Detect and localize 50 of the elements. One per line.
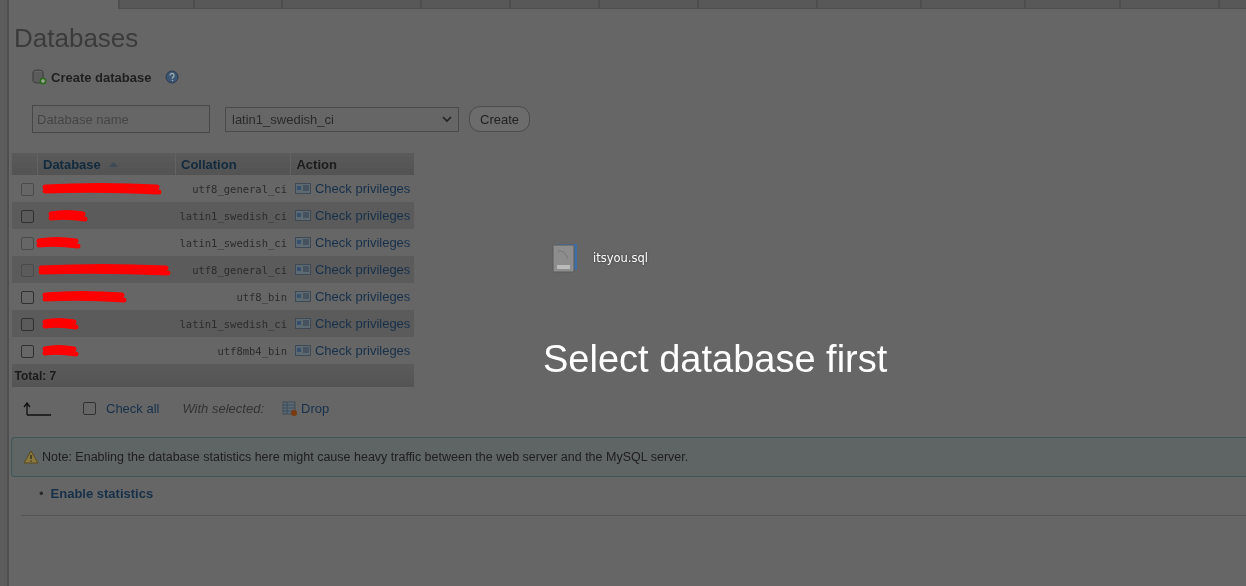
menu-tab[interactable]: [193, 0, 281, 9]
menu-tab[interactable]: [1119, 0, 1218, 9]
drop-link[interactable]: Drop: [282, 401, 330, 416]
sql-file-icon: [552, 243, 578, 273]
row-checkbox[interactable]: [20, 210, 34, 224]
row-checkbox[interactable]: [20, 318, 34, 332]
warning-icon: [23, 450, 39, 464]
help-icon[interactable]: [165, 70, 180, 84]
card-icon: [294, 290, 311, 302]
notice-text: Note: Enabling the database statistics here might cause heavy traffic between the web server and the MySQL server.: [42, 450, 689, 464]
file-name: itsyou.sql: [593, 251, 648, 265]
row-checkbox[interactable]: [20, 345, 34, 359]
check-all-checkbox[interactable]: Check all: [83, 401, 160, 416]
menu-tab[interactable]: [509, 0, 598, 9]
column-header: Action: [296, 156, 337, 172]
drop-message: Select database first: [543, 338, 888, 381]
caret-icon: [442, 115, 452, 123]
card-icon: [294, 263, 311, 275]
card-icon: [294, 344, 311, 356]
menu-tab[interactable]: [1024, 0, 1119, 9]
check-privileges-link[interactable]: Check privileges: [294, 315, 411, 331]
collation-cell: utf8mb4_bin: [217, 345, 287, 357]
card-icon: [294, 209, 311, 221]
check-privileges-link[interactable]: Check privileges: [294, 288, 411, 304]
create-button[interactable]: Create: [469, 106, 531, 132]
section-title: Create database: [51, 69, 152, 85]
check-privileges-link[interactable]: Check privileges: [294, 342, 411, 358]
card-icon: [294, 182, 311, 194]
arrow-up-icon: [23, 401, 51, 416]
collation-select[interactable]: latin1_swedish_ci: [225, 106, 459, 132]
collation-cell: utf8_bin: [236, 291, 287, 303]
card-icon: [294, 317, 311, 329]
row-checkbox[interactable]: [20, 291, 34, 305]
menu-tab[interactable]: [697, 0, 816, 9]
collation-cell: latin1_swedish_ci: [179, 237, 287, 249]
list-bullet: •: [39, 486, 44, 501]
menu-tab[interactable]: [1218, 0, 1246, 9]
check-privileges-link[interactable]: Check privileges: [294, 207, 411, 223]
database-add-icon: [31, 69, 47, 85]
enable-statistics-link[interactable]: Enable statistics: [50, 486, 154, 501]
menu-tab[interactable]: [920, 0, 1024, 9]
menu-tab[interactable]: [816, 0, 920, 9]
card-icon: [294, 236, 311, 248]
collation-cell: utf8_general_ci: [192, 183, 287, 195]
total-count: Total: 7: [14, 369, 57, 383]
menu-tab[interactable]: [281, 0, 420, 9]
menu-tab[interactable]: [598, 0, 697, 9]
menu-tab[interactable]: [118, 0, 193, 9]
table-delete-icon: [282, 401, 297, 416]
menu-tab[interactable]: [420, 0, 509, 9]
